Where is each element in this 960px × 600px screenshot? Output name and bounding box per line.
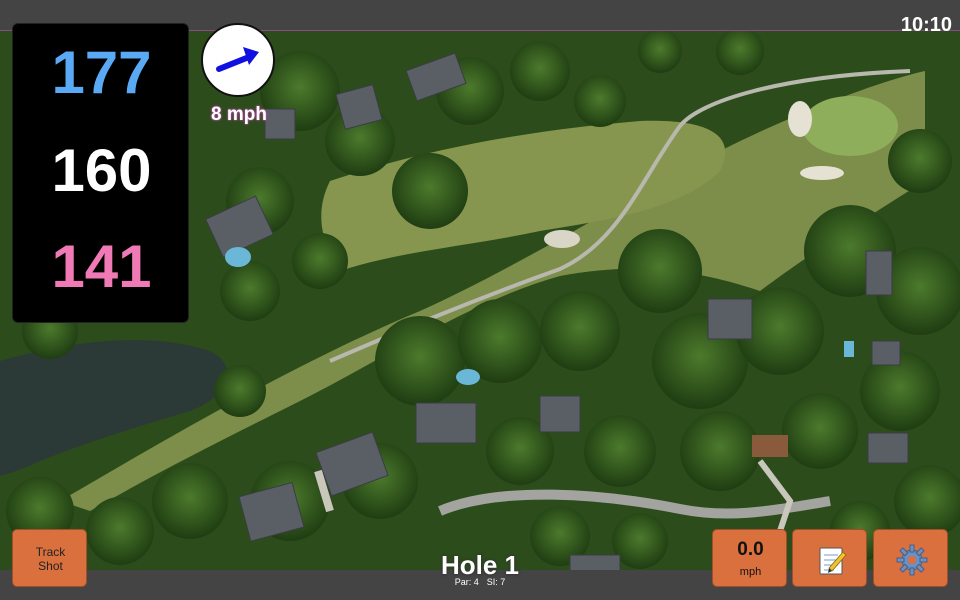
notepad-icon: [819, 547, 847, 575]
distance-panel: 177 160 141: [12, 23, 189, 323]
status-time: 10:10: [900, 14, 952, 36]
wind-speed-label: 8 mph: [211, 104, 267, 125]
track-shot-label-line1: Track: [35, 545, 66, 559]
track-shot-button[interactable]: Track Shot: [12, 529, 87, 587]
distance-center: 160: [51, 137, 152, 204]
hole-par: Par: 4: [454, 577, 479, 587]
gear-icon: [896, 544, 928, 576]
arrow-northeast-icon: [216, 47, 259, 72]
wind-indicator: [201, 23, 275, 97]
speed-unit: mph: [739, 566, 762, 578]
track-shot-label-line2: Shot: [38, 559, 63, 573]
settings-button[interactable]: [873, 529, 948, 587]
distance-back: 177: [51, 39, 152, 106]
speed-value: 0.0: [737, 539, 764, 560]
speed-button[interactable]: 0.0 mph: [712, 529, 787, 587]
hole-si: SI: 7: [486, 577, 506, 587]
hole-meta: Par: 4 SI: 7: [380, 577, 580, 587]
distance-front: 141: [51, 233, 152, 300]
notes-button[interactable]: [792, 529, 867, 587]
